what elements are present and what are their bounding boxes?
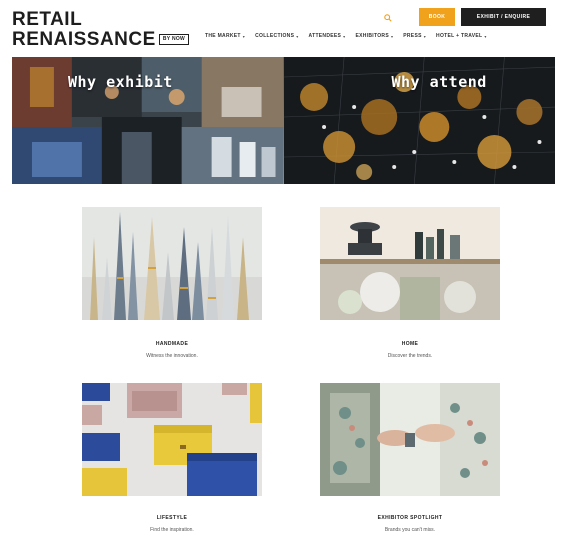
card-handmade[interactable]: HANDMADE Witness the innovation. [82,207,262,359]
search-icon [384,14,392,22]
chevron-down-icon: ▾ [242,33,246,39]
nav-item-exhibitors[interactable]: EXHIBITORS ▾ [355,33,393,39]
shelf-decor-image [320,207,500,320]
card-title: HOME [401,341,419,347]
nav-item-attendees[interactable]: ATTENDEES ▾ [309,33,346,39]
jewelry-boxes-image [82,383,262,496]
card-subtitle: Witness the innovation. [146,353,198,359]
nav-item-hotel-travel[interactable]: HOTEL + TRAVEL ▾ [436,33,487,39]
logo-line-2: RENAISSANCE BY NOW [12,29,190,50]
nav-item-label: EXHIBITORS [355,33,389,39]
handmade-image [82,207,262,320]
chevron-down-icon: ▾ [343,33,346,39]
chevron-down-icon: ▾ [423,33,427,39]
nav-item-label: HOTEL + TRAVEL [436,33,483,39]
home-image [320,207,500,320]
main-nav: THE MARKET ▾ COLLECTIONS ▾ ATTENDEES ▾ EXHI… [205,33,497,39]
why-exhibit-title: Why exhibit [68,73,173,91]
search-button[interactable] [381,11,395,25]
floral-sleeve-image [320,383,500,496]
chevron-down-icon: ▾ [296,33,299,39]
ring-cones-image [82,207,262,320]
book-button[interactable]: BOOK [419,8,455,26]
logo-tag: BY NOW [158,34,190,45]
nav-item-label: ATTENDEES [308,33,342,39]
why-exhibit-panel[interactable]: Why exhibit [12,57,284,184]
exhibitor-spotlight-image [320,383,500,496]
card-title: HANDMADE [155,341,189,347]
site-logo[interactable]: RETAIL RENAISSANCE BY NOW [12,9,190,50]
logo-line-2-text: RENAISSANCE [12,29,156,50]
why-attend-panel[interactable]: Why attend [283,57,555,184]
lifestyle-image [82,383,262,496]
card-subtitle: Discover the trends. [387,353,433,359]
card-title: LIFESTYLE [156,515,188,521]
logo-line-1: RETAIL [12,9,83,30]
card-exhibitor-spotlight[interactable]: EXHIBITOR SPOTLIGHT Brands you can't mis… [320,383,500,533]
exhibit-enquire-button[interactable]: EXHIBIT / ENQUIRE [461,8,546,26]
card-lifestyle[interactable]: LIFESTYLE Find the inspiration. [82,383,262,533]
nav-item-label: COLLECTIONS [255,33,295,39]
site-header: RETAIL RENAISSANCE BY NOW BOOK EXHIBIT /… [0,0,567,56]
chevron-down-icon: ▾ [390,33,394,39]
card-subtitle: Find the inspiration. [150,527,194,533]
chevron-down-icon: ▾ [484,33,487,39]
nav-item-collections[interactable]: COLLECTIONS ▾ [255,33,298,39]
card-title: EXHIBITOR SPOTLIGHT [377,515,443,521]
hero-banner: Why exhibit Why attend [12,57,555,184]
nav-item-label: THE MARKET [205,33,241,39]
card-subtitle: Brands you can't miss. [384,527,436,533]
why-attend-title: Why attend [391,73,487,91]
nav-item-label: PRESS [403,33,422,39]
nav-item-the-market[interactable]: THE MARKET ▾ [205,33,245,39]
card-home[interactable]: HOME Discover the trends. [320,207,500,359]
nav-item-press[interactable]: PRESS ▾ [403,33,426,39]
